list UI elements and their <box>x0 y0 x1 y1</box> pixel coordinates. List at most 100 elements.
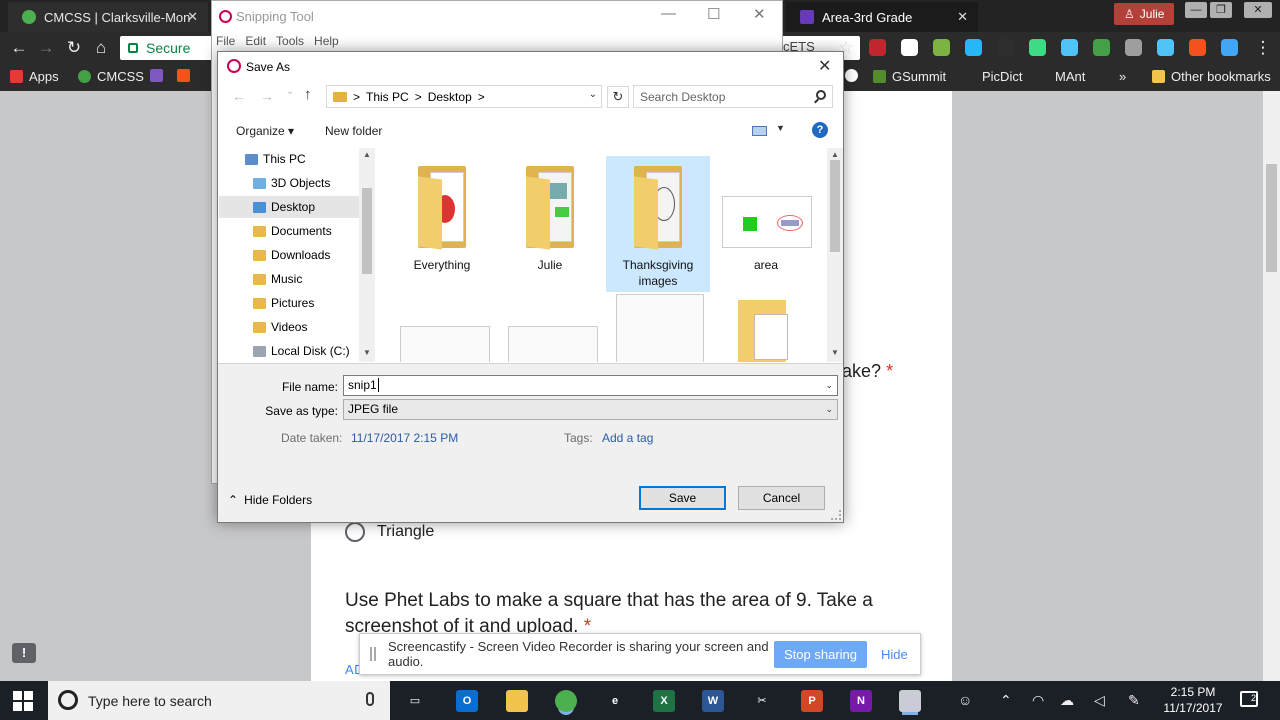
task-view-icon[interactable]: ▭ <box>404 690 426 712</box>
chrome-icon[interactable] <box>555 690 577 712</box>
extension-icon[interactable] <box>933 39 950 56</box>
nav-pane-scrollbar[interactable]: ▲ ▼ <box>359 148 375 362</box>
breadcrumb-desktop[interactable]: Desktop <box>428 90 472 104</box>
folder-item-everything[interactable]: Everything <box>390 156 494 292</box>
view-options-button[interactable]: ▼ <box>752 123 785 138</box>
bookmark-icon-only[interactable] <box>150 69 163 82</box>
help-icon[interactable]: ? <box>812 122 828 138</box>
up-arrow-icon[interactable]: ↑ <box>304 86 312 103</box>
scroll-down-icon[interactable]: ▼ <box>831 348 839 357</box>
file-thumbnail[interactable] <box>616 294 704 362</box>
hide-button[interactable]: Hide <box>881 647 908 662</box>
address-breadcrumb[interactable]: > This PC > Desktop > ⌄ <box>326 85 602 108</box>
bookmark-apps[interactable]: Apps <box>10 69 59 84</box>
cancel-button[interactable]: Cancel <box>738 486 825 510</box>
extension-icon[interactable] <box>1189 39 1206 56</box>
excel-icon[interactable]: X <box>653 690 675 712</box>
scrollbar-thumb[interactable] <box>830 160 840 252</box>
restore-button[interactable]: ❐ <box>1210 2 1232 18</box>
snipping-scissors-icon[interactable]: ✂ <box>751 690 773 712</box>
profile-button[interactable]: ♙ Julie <box>1114 3 1175 25</box>
taskbar-clock[interactable]: 2:15 PM 11/17/2017 <box>1158 684 1228 716</box>
save-type-select[interactable]: JPEG file ⌄ <box>343 399 838 420</box>
nav-item-documents[interactable]: Documents <box>219 220 359 242</box>
extension-icon[interactable] <box>965 39 982 56</box>
browser-tab-cmcss[interactable]: CMCSS | Clarksville-Mon ✕ <box>8 2 208 32</box>
bookmark-mant[interactable]: MAnt <box>1055 69 1085 84</box>
radio-button[interactable] <box>345 522 365 542</box>
extension-icon[interactable] <box>1061 39 1078 56</box>
scroll-up-icon[interactable]: ▲ <box>831 150 839 159</box>
breadcrumb-this-pc[interactable]: This PC <box>366 90 409 104</box>
nav-item-videos[interactable]: Videos <box>219 316 359 338</box>
home-button[interactable]: ⌂ <box>90 37 112 59</box>
taskbar-search-input[interactable]: Type here to search <box>48 681 390 720</box>
extension-icon[interactable] <box>1157 39 1174 56</box>
file-list-scrollbar[interactable]: ▲ ▼ <box>827 148 843 362</box>
word-icon[interactable]: W <box>702 690 724 712</box>
scroll-up-icon[interactable]: ▲ <box>363 150 371 159</box>
organize-button[interactable]: Organize ▾ <box>236 124 294 138</box>
file-thumbnail[interactable] <box>508 326 598 362</box>
chevron-up-icon[interactable]: ⌃ <box>1000 692 1012 709</box>
forward-button[interactable]: → <box>35 37 57 59</box>
search-input[interactable]: Search Desktop <box>633 85 833 108</box>
drag-handle-icon[interactable] <box>370 647 376 661</box>
stop-sharing-button[interactable]: Stop sharing <box>774 640 867 668</box>
extension-icon[interactable] <box>901 39 918 56</box>
extension-icon[interactable] <box>1029 39 1046 56</box>
browser-tab-area[interactable]: Area-3rd Grade ✕ <box>786 2 978 32</box>
bookmark-google[interactable] <box>845 69 858 82</box>
onedrive-icon[interactable]: ☁ <box>1060 692 1074 709</box>
close-icon[interactable]: ✕ <box>818 56 831 76</box>
page-scrollbar[interactable] <box>1263 91 1280 681</box>
back-button[interactable]: ← <box>8 37 30 59</box>
wifi-icon[interactable]: ◠ <box>1032 692 1044 709</box>
pen-icon[interactable]: ✎ <box>1128 692 1140 709</box>
new-folder-button[interactable]: New folder <box>325 124 382 138</box>
action-center-icon[interactable]: 2 <box>1240 691 1258 707</box>
file-explorer-icon[interactable] <box>506 690 528 712</box>
edge-icon[interactable]: e <box>604 690 626 712</box>
other-bookmarks[interactable]: Other bookmarks <box>1152 69 1271 84</box>
resize-grip-icon[interactable] <box>831 510 841 520</box>
folder-item-julie[interactable]: Julie <box>498 156 602 292</box>
nav-item-pictures[interactable]: Pictures <box>219 292 359 314</box>
menu-edit[interactable]: Edit <box>245 34 266 48</box>
nav-item-music[interactable]: Music <box>219 268 359 290</box>
bookmark-gsummit[interactable]: GSummit <box>873 69 946 84</box>
menu-help[interactable]: Help <box>314 34 339 48</box>
close-button[interactable]: ✕ <box>753 5 766 23</box>
menu-tools[interactable]: Tools <box>276 34 304 48</box>
bookmark-office[interactable] <box>177 69 190 82</box>
refresh-button[interactable]: ↻ <box>607 86 629 108</box>
nav-item-this-pc[interactable]: This PC <box>219 148 359 170</box>
scrollbar-thumb[interactable] <box>362 188 372 274</box>
minimize-button[interactable]: — <box>1185 2 1207 18</box>
maximize-button[interactable]: ☐ <box>707 5 720 23</box>
image-item-area[interactable]: area <box>714 156 818 292</box>
extension-icon[interactable] <box>997 39 1014 56</box>
file-name-input[interactable]: snip1 ⌄ <box>343 375 838 396</box>
microphone-icon[interactable] <box>366 692 374 706</box>
forward-arrow-icon[interactable]: → <box>260 88 274 104</box>
close-window-button[interactable]: ✕ <box>1244 2 1272 18</box>
chevron-down-icon[interactable]: ⌄ <box>825 400 833 419</box>
bookmark-picdict[interactable]: PicDict <box>982 69 1022 84</box>
extension-icon[interactable] <box>1221 39 1238 56</box>
back-arrow-icon[interactable]: ← <box>232 88 246 104</box>
hide-folders-button[interactable]: ⌃ Hide Folders <box>228 493 312 507</box>
file-thumbnail[interactable] <box>400 326 490 362</box>
more-bookmarks-button[interactable]: » <box>1119 69 1126 84</box>
tab-close-icon[interactable]: ✕ <box>957 9 968 25</box>
folder-item-thanksgiving-images[interactable]: Thanksgiving images <box>606 156 710 292</box>
feedback-icon[interactable]: ! <box>12 643 36 663</box>
people-icon[interactable]: ☺ <box>958 692 972 708</box>
nav-item-desktop[interactable]: Desktop <box>219 196 359 218</box>
onenote-icon[interactable]: N <box>850 690 872 712</box>
add-tag-link[interactable]: Add a tag <box>602 431 653 445</box>
nav-item-downloads[interactable]: Downloads <box>219 244 359 266</box>
recent-locations-icon[interactable]: ⌄ <box>286 86 294 97</box>
save-button[interactable]: Save <box>639 486 726 510</box>
outlook-icon[interactable]: O <box>456 690 478 712</box>
